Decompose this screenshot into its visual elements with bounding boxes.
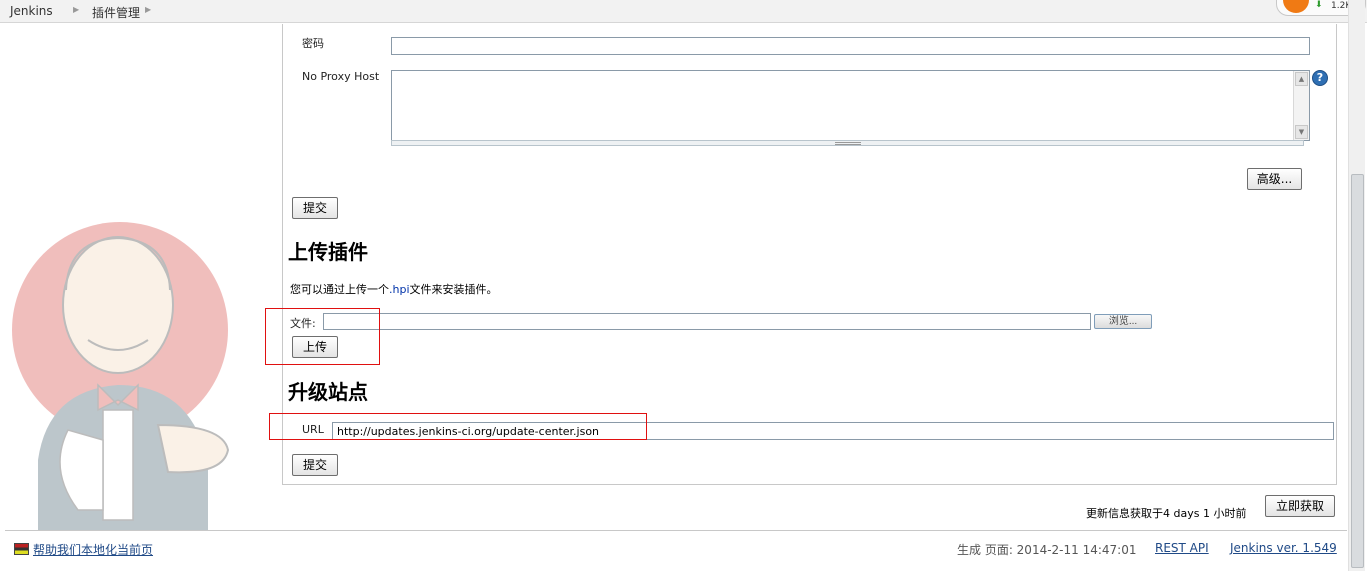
rest-api-link[interactable]: REST API: [1155, 541, 1209, 555]
scrollbar-thumb[interactable]: [1351, 174, 1364, 568]
no-proxy-host-textarea[interactable]: ▲ ▼: [391, 70, 1310, 141]
breadcrumb-jenkins[interactable]: Jenkins: [10, 4, 53, 18]
breadcrumb-arrow-icon[interactable]: ▶: [73, 5, 79, 14]
page-scrollbar[interactable]: [1348, 0, 1365, 571]
localization-flag-icon: [14, 543, 29, 555]
password-label: 密码: [302, 37, 324, 50]
password-input[interactable]: [391, 37, 1310, 55]
upload-description-suffix: 文件来安装插件。: [409, 283, 498, 296]
browse-button[interactable]: 浏览...: [1094, 314, 1152, 329]
download-arrow-icon: ⬇: [1315, 0, 1323, 10]
update-site-submit-button[interactable]: 提交: [292, 454, 338, 476]
upload-plugin-title: 上传插件: [288, 240, 368, 264]
footer: 帮助我们本地化当前页 生成 页面: 2014-2-11 14:47:01 RES…: [5, 530, 1347, 566]
proxy-submit-button[interactable]: 提交: [292, 197, 338, 219]
textarea-scrollbar[interactable]: ▲ ▼: [1293, 71, 1309, 140]
breadcrumb-plugin-manager[interactable]: 插件管理: [92, 4, 140, 21]
help-icon[interactable]: ?: [1312, 70, 1328, 86]
speed-ball-icon: [1283, 0, 1309, 13]
update-info-text: 更新信息获取于4 days 1 小时前: [1086, 507, 1247, 520]
breadcrumb: Jenkins ▶ 插件管理 ▶: [0, 0, 1367, 23]
highlight-box-url: [269, 413, 647, 440]
upload-description-prefix: 您可以通过上传一个: [290, 283, 389, 296]
jenkins-butler-logo: [12, 222, 230, 530]
check-now-button[interactable]: 立即获取: [1265, 495, 1335, 517]
file-path-input[interactable]: [323, 313, 1091, 330]
breadcrumb-arrow-icon[interactable]: ▶: [145, 5, 151, 14]
upload-description-hpi: .hpi: [389, 283, 410, 296]
no-proxy-host-label: No Proxy Host: [302, 70, 380, 83]
advanced-button[interactable]: 高级...: [1247, 168, 1302, 190]
scroll-down-icon[interactable]: ▼: [1295, 125, 1308, 139]
upload-description: 您可以通过上传一个.hpi文件来安装插件。: [290, 281, 498, 297]
update-site-title: 升级站点: [288, 380, 368, 404]
textarea-resize-handle[interactable]: [391, 140, 1304, 146]
highlight-box-upload: [265, 308, 380, 365]
page-generated-text: 生成 页面: 2014-2-11 14:47:01: [957, 543, 1137, 557]
jenkins-version-link[interactable]: Jenkins ver. 1.549: [1230, 541, 1337, 555]
scroll-up-icon[interactable]: ▲: [1295, 72, 1308, 86]
localize-page-link[interactable]: 帮助我们本地化当前页: [33, 541, 153, 558]
